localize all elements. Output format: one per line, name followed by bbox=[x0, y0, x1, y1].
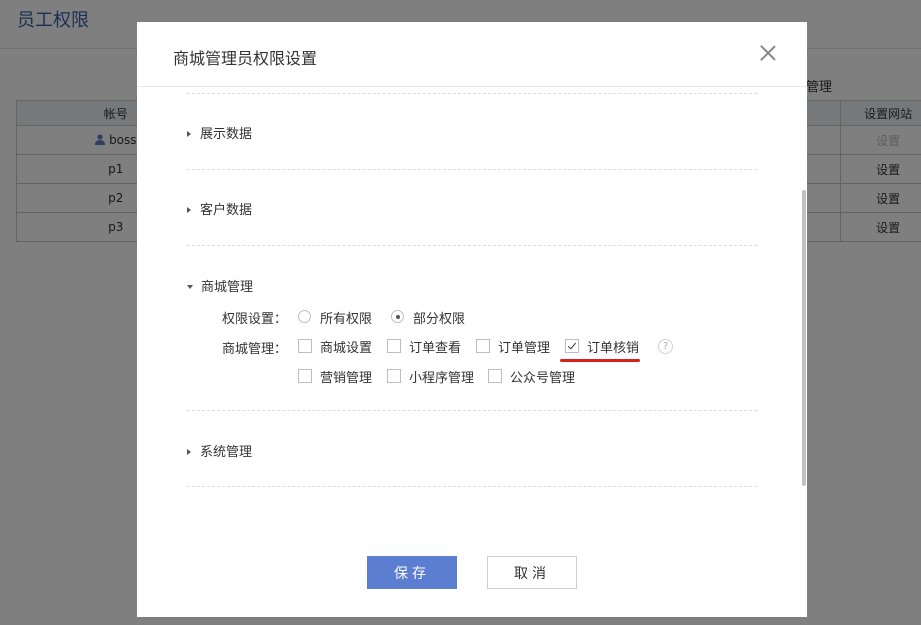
permission-modal: 商城管理员权限设置 展示数据 客户数据 商城管理 权限设置： 所有权限 部分权限… bbox=[137, 22, 807, 617]
option-mini-program[interactable]: 小程序管理 bbox=[409, 367, 474, 386]
section-divider bbox=[187, 169, 757, 170]
permission-setting-label: 权限设置： bbox=[222, 312, 288, 327]
mall-management-label: 商城管理： bbox=[222, 342, 288, 357]
scrollbar[interactable] bbox=[802, 190, 806, 486]
section-system-management[interactable]: 系统管理 bbox=[187, 441, 252, 460]
close-icon[interactable] bbox=[757, 42, 779, 64]
checkbox-marketing[interactable] bbox=[298, 369, 312, 383]
checkbox-official-account[interactable] bbox=[488, 369, 502, 383]
section-divider bbox=[187, 486, 757, 487]
caret-right-icon bbox=[187, 449, 191, 455]
checkbox-mini-program[interactable] bbox=[387, 369, 401, 383]
save-button[interactable]: 保存 bbox=[367, 556, 457, 589]
radio-label-partial[interactable]: 部分权限 bbox=[413, 308, 465, 327]
section-divider bbox=[187, 410, 757, 411]
modal-scroll-area[interactable]: 展示数据 客户数据 商城管理 权限设置： 所有权限 部分权限 商城管理： 商城设… bbox=[137, 87, 807, 547]
section-label: 系统管理 bbox=[200, 445, 253, 460]
caret-right-icon bbox=[187, 131, 191, 137]
checkbox-mall-settings[interactable] bbox=[298, 339, 312, 353]
section-mall-management[interactable]: 商城管理 bbox=[187, 276, 253, 295]
option-mall-settings[interactable]: 商城设置 bbox=[320, 337, 372, 356]
caret-right-icon bbox=[187, 207, 191, 213]
radio-label-all[interactable]: 所有权限 bbox=[320, 308, 372, 327]
checkbox-order-management[interactable] bbox=[476, 339, 490, 353]
checkbox-order-view[interactable] bbox=[387, 339, 401, 353]
highlight-underline bbox=[560, 359, 640, 362]
section-label: 客户数据 bbox=[200, 203, 253, 218]
help-icon[interactable]: ? bbox=[658, 339, 673, 354]
option-order-view[interactable]: 订单查看 bbox=[409, 337, 461, 356]
option-order-management[interactable]: 订单管理 bbox=[498, 337, 550, 356]
section-divider bbox=[187, 245, 757, 246]
option-marketing[interactable]: 营销管理 bbox=[320, 367, 372, 386]
section-customer-data[interactable]: 客户数据 bbox=[187, 199, 252, 218]
caret-down-icon bbox=[187, 285, 193, 289]
section-label: 展示数据 bbox=[200, 127, 253, 142]
option-official-account[interactable]: 公众号管理 bbox=[510, 367, 575, 386]
checkbox-order-verification[interactable] bbox=[565, 339, 579, 353]
modal-title: 商城管理员权限设置 bbox=[173, 49, 318, 68]
section-label: 商城管理 bbox=[201, 280, 254, 295]
radio-partial-permissions[interactable] bbox=[391, 310, 404, 323]
cancel-button[interactable]: 取消 bbox=[487, 556, 577, 589]
radio-all-permissions[interactable] bbox=[298, 310, 311, 323]
section-display-data[interactable]: 展示数据 bbox=[187, 123, 252, 142]
option-order-verification[interactable]: 订单核销 bbox=[587, 337, 639, 356]
section-divider bbox=[187, 93, 757, 94]
